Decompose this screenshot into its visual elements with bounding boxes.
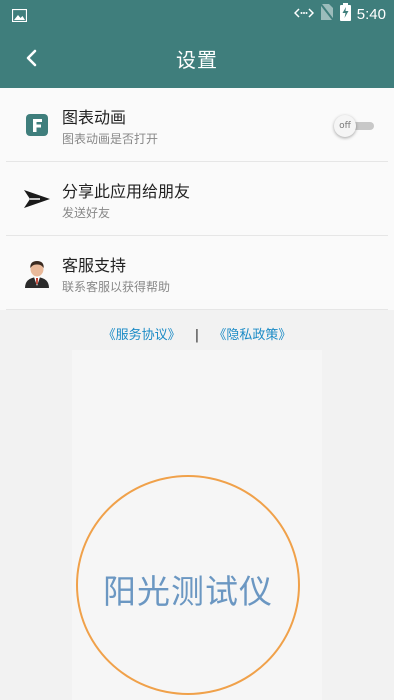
chart-animation-toggle[interactable]: off [334, 115, 374, 137]
setting-chart-animation[interactable]: 图表动画 图表动画是否打开 off [6, 88, 388, 162]
toggle-knob: off [334, 115, 356, 137]
letter-f-icon [22, 110, 52, 140]
status-bar: 5:40 [0, 0, 394, 27]
image-notification-icon [11, 7, 28, 26]
app-bar: 设置 [0, 27, 394, 88]
setting-subtitle: 联系客服以获得帮助 [62, 280, 171, 294]
link-separator: | [194, 328, 200, 343]
settings-list: 图表动画 图表动画是否打开 off 分享此应用给朋友 发送好友 客服支持 联系客… [0, 88, 394, 310]
setting-title: 分享此应用给朋友 [62, 182, 191, 201]
setting-subtitle: 发送好友 [62, 206, 111, 220]
setting-subtitle: 图表动画是否打开 [62, 132, 159, 146]
customer-service-icon [22, 258, 52, 288]
setting-title: 图表动画 [62, 108, 127, 127]
battery-charging-icon [339, 3, 351, 25]
legal-links: 《服务协议》 | 《隐私政策》 [0, 324, 394, 343]
brand-logo: 阳光测试仪 [76, 475, 300, 695]
setting-share-app[interactable]: 分享此应用给朋友 发送好友 [6, 162, 388, 236]
data-transfer-icon [293, 5, 314, 24]
brand-name: 阳光测试仪 [103, 572, 273, 611]
service-agreement-link[interactable]: 《服务协议》 [103, 328, 181, 343]
privacy-policy-link[interactable]: 《隐私政策》 [213, 328, 291, 343]
status-time: 5:40 [356, 5, 386, 23]
setting-customer-support[interactable]: 客服支持 联系客服以获得帮助 [6, 236, 388, 310]
no-sim-icon [319, 2, 335, 25]
send-icon [22, 184, 52, 214]
setting-title: 客服支持 [62, 256, 127, 275]
page-title: 设置 [176, 48, 218, 72]
